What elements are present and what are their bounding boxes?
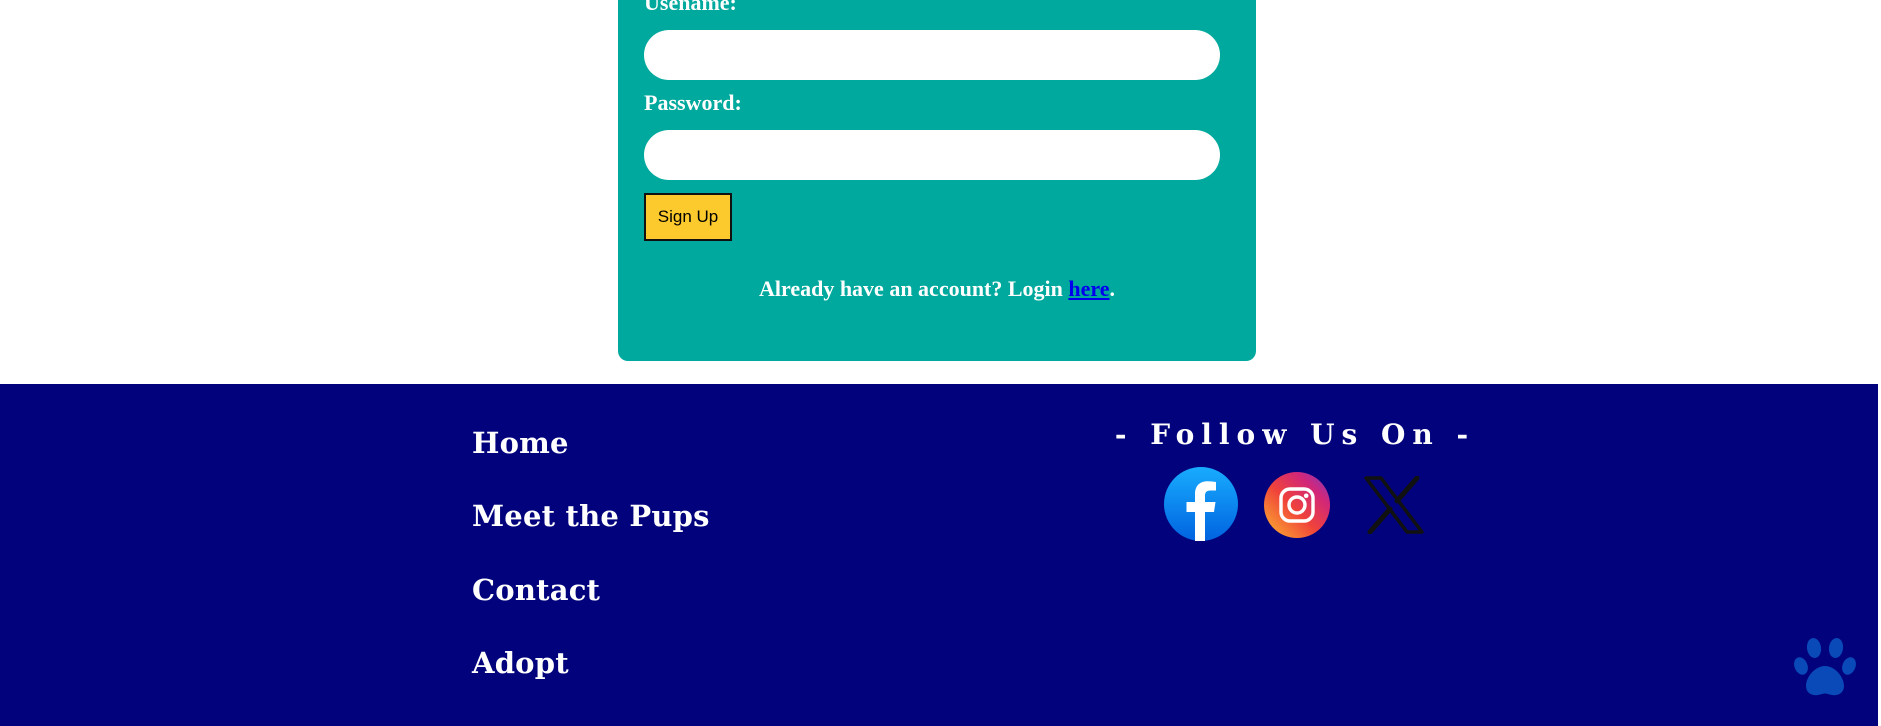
- paw-icon[interactable]: [1793, 636, 1857, 698]
- footer-nav-meet-the-pups[interactable]: Meet the Pups: [472, 499, 710, 533]
- site-footer: Home Meet the Pups Contact Adopt - Follo…: [0, 384, 1878, 726]
- signup-form: Usename: Password: Sign Up Already have …: [618, 0, 1256, 361]
- instagram-icon[interactable]: [1264, 472, 1330, 538]
- login-here-link[interactable]: here: [1068, 276, 1109, 301]
- username-label: Usename:: [644, 0, 737, 15]
- login-prompt: Already have an account? Login here.: [618, 276, 1256, 302]
- facebook-icon[interactable]: [1164, 467, 1238, 541]
- follow-us-heading: - Follow Us On -: [1114, 418, 1476, 451]
- footer-nav-adopt[interactable]: Adopt: [472, 646, 569, 680]
- login-prompt-text: Already have an account? Login: [758, 276, 1069, 301]
- password-label: Password:: [644, 90, 742, 115]
- footer-nav-home[interactable]: Home: [472, 426, 569, 460]
- sign-up-button[interactable]: Sign Up: [644, 193, 732, 241]
- login-prompt-period: .: [1109, 276, 1116, 301]
- password-input[interactable]: [644, 130, 1220, 180]
- username-input[interactable]: [644, 30, 1220, 80]
- x-icon[interactable]: [1364, 475, 1424, 535]
- footer-nav-contact[interactable]: Contact: [472, 573, 600, 607]
